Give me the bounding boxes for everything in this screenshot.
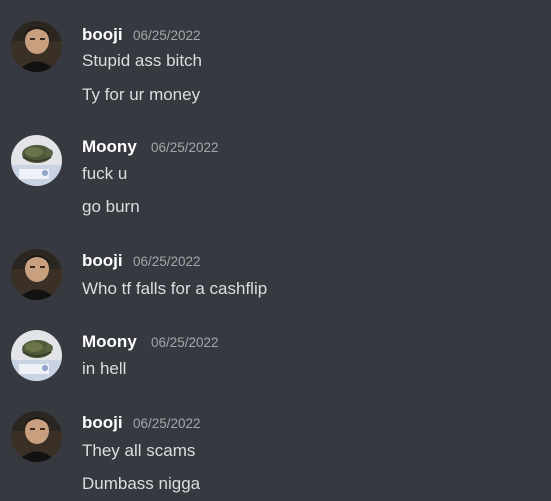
moony-avatar-icon[interactable] <box>11 135 62 186</box>
message-timestamp: 06/25/2022 <box>151 335 219 350</box>
message-author[interactable]: booji <box>82 413 123 433</box>
message-timestamp: 06/25/2022 <box>133 28 201 43</box>
message-text: Ty for ur money <box>82 85 201 104</box>
message-timestamp: 06/25/2022 <box>151 140 219 155</box>
message-text: in hell <box>82 359 127 378</box>
message-text: Who tf falls for a cashflip <box>82 279 268 298</box>
message-timestamp: 06/25/2022 <box>133 254 201 269</box>
booji-avatar-icon[interactable] <box>11 411 62 462</box>
message-text: They all scams <box>82 441 196 460</box>
message-text: Stupid ass bitch <box>82 51 203 70</box>
message-author[interactable]: Moony <box>82 332 137 352</box>
message-author[interactable]: Moony <box>82 137 137 157</box>
booji-avatar-icon[interactable] <box>11 21 62 72</box>
moony-avatar-icon[interactable] <box>11 330 62 381</box>
message-text: fuck u <box>82 164 128 183</box>
message-author[interactable]: booji <box>82 251 123 271</box>
message-text: Dumbass nigga <box>82 474 201 493</box>
booji-avatar-icon[interactable] <box>11 249 62 300</box>
chat-message-list: booji 06/25/2022 Stupid ass bitch Ty for… <box>0 0 551 501</box>
message-author[interactable]: booji <box>82 25 123 45</box>
message-timestamp: 06/25/2022 <box>133 416 201 431</box>
message-text: go burn <box>82 197 140 216</box>
